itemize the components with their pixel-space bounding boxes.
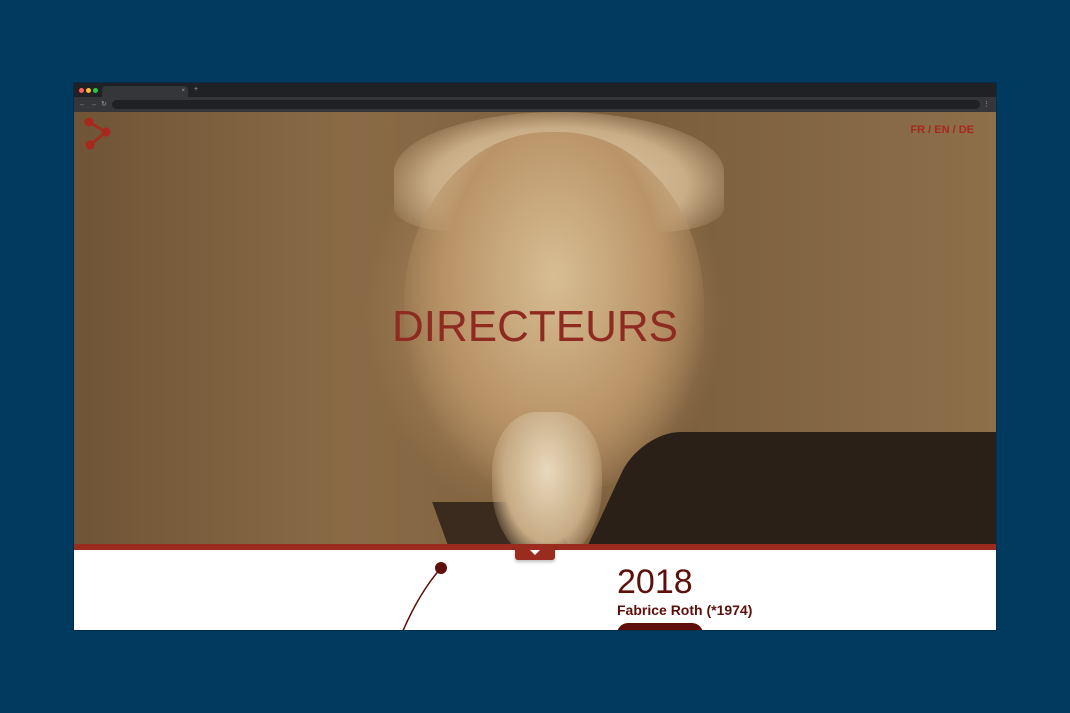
- close-window-icon[interactable]: [79, 88, 84, 93]
- maximize-window-icon[interactable]: [93, 88, 98, 93]
- scroll-down-button[interactable]: [515, 544, 555, 560]
- page-title: DIRECTEURS: [391, 302, 679, 351]
- site-logo-icon[interactable]: [82, 116, 116, 152]
- browser-toolbar: ← → ↻ ⋮: [74, 97, 996, 112]
- tab-close-icon[interactable]: ×: [181, 87, 185, 95]
- reload-icon[interactable]: ↻: [101, 99, 107, 110]
- address-bar[interactable]: [112, 100, 980, 109]
- forward-icon[interactable]: →: [90, 99, 97, 110]
- back-icon[interactable]: ←: [79, 99, 86, 110]
- minimize-window-icon[interactable]: [86, 88, 91, 93]
- browser-tab-bar: × +: [74, 83, 996, 97]
- portrait-beard: [492, 412, 602, 544]
- timeline-entry-button[interactable]: [617, 623, 703, 630]
- timeline-entry-year: 2018: [617, 563, 693, 601]
- timeline-connector: [402, 562, 447, 630]
- hero-banner: FR / EN / DE DIRECTEURS: [74, 112, 996, 544]
- browser-menu-icon[interactable]: ⋮: [983, 99, 990, 110]
- new-tab-button[interactable]: +: [194, 85, 198, 95]
- browser-tab[interactable]: ×: [102, 86, 188, 97]
- timeline-entry-name: Fabrice Roth (*1974): [617, 602, 753, 618]
- chevron-down-icon: [530, 550, 540, 555]
- language-switcher[interactable]: FR / EN / DE: [910, 123, 974, 137]
- browser-window: × + ← → ↻ ⋮ FR / EN / DE DIRECTEURS 2018…: [74, 83, 996, 630]
